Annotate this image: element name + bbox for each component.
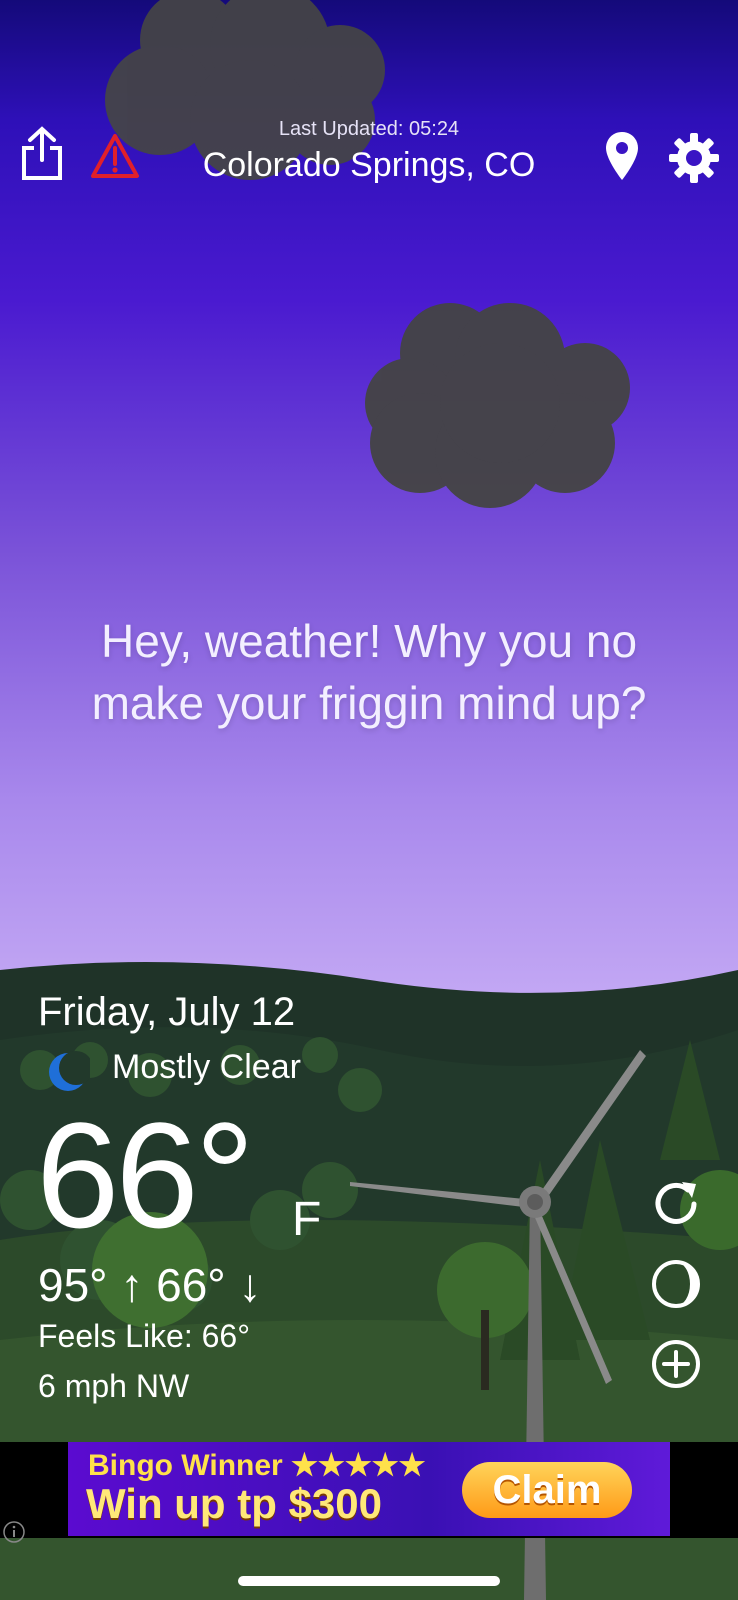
- ad-container: Bingo Winner ★★★★★ Win up tp $300 Claim: [0, 1442, 738, 1543]
- cloud-middle: [365, 303, 630, 508]
- info-icon[interactable]: [2, 1520, 26, 1544]
- add-circle-icon: [652, 1340, 700, 1388]
- refresh-button[interactable]: [648, 1176, 704, 1232]
- weather-tagline: Hey, weather! Why you no make your frigg…: [91, 615, 647, 729]
- wind-speed: 6 mph NW: [38, 1368, 190, 1404]
- current-date: Friday, July 12: [38, 990, 296, 1034]
- current-temperature: 66°: [36, 1091, 255, 1259]
- ad-headline: Bingo Winner ★★★★★: [88, 1449, 426, 1482]
- location-button[interactable]: [604, 130, 640, 182]
- temperature-unit[interactable]: F: [292, 1192, 321, 1247]
- moon-phase-icon: [652, 1260, 700, 1308]
- high-low-temperature: 95° ↑ 66° ↓: [38, 1259, 262, 1311]
- settings-button[interactable]: [668, 132, 720, 184]
- refresh-icon: [655, 1182, 697, 1224]
- home-indicator[interactable]: [238, 1576, 500, 1586]
- ad-banner[interactable]: Bingo Winner ★★★★★ Win up tp $300 Claim: [68, 1442, 670, 1536]
- ad-subheadline: Win up tp $300: [86, 1480, 382, 1527]
- condition-label: Mostly Clear: [112, 1048, 301, 1086]
- moon-phase-button[interactable]: [648, 1256, 704, 1312]
- add-location-button[interactable]: [648, 1336, 704, 1392]
- crescent-moon-icon: [49, 1051, 90, 1091]
- ad-claim-button[interactable]: Claim: [462, 1462, 632, 1518]
- location-pin-icon: [606, 132, 638, 180]
- gear-icon: [669, 133, 719, 183]
- feels-like: Feels Like: 66°: [38, 1318, 251, 1354]
